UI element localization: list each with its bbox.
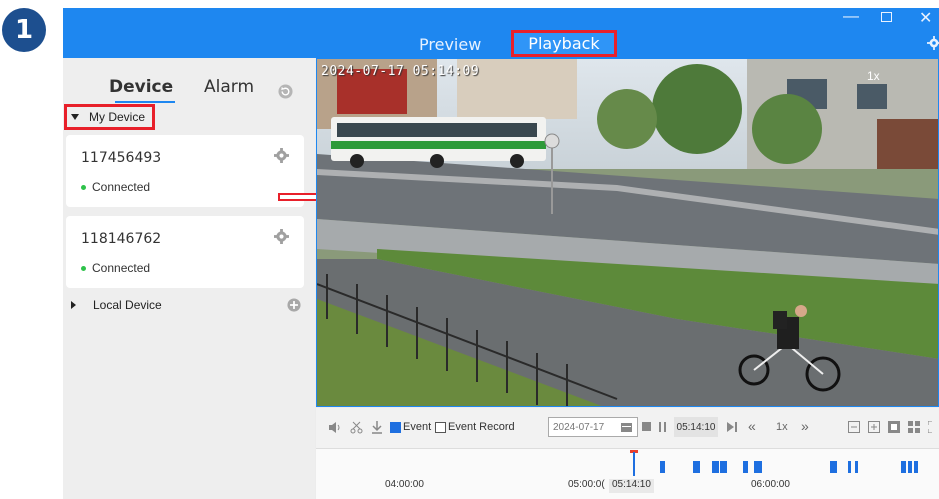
event-checkbox[interactable] xyxy=(390,421,401,433)
my-device-group[interactable]: My Device xyxy=(64,104,155,130)
device-status-label: Connected xyxy=(92,261,151,275)
event-segment xyxy=(695,461,700,473)
event-record-label: Event Record xyxy=(448,421,515,433)
close-button[interactable]: ✕ xyxy=(919,8,932,28)
device-sidebar: Device Alarm My Device 117456493 Connect… xyxy=(63,58,315,499)
playback-timeline[interactable]: 04:00:00 05:00:0( 05:14:10 06:00:00 xyxy=(316,448,939,499)
connected-dot-icon xyxy=(81,265,86,271)
pause-icon[interactable] xyxy=(659,422,667,432)
device-status-label: Connected xyxy=(92,180,151,194)
event-label: Event xyxy=(403,421,432,433)
event-segment xyxy=(712,461,719,473)
event-segment xyxy=(848,461,851,473)
event-segment xyxy=(660,461,665,473)
device-card[interactable]: 117456493 Connected xyxy=(66,135,304,207)
timeline-current-time: 05:14:10 xyxy=(609,479,654,493)
add-device-plus-icon[interactable] xyxy=(287,298,301,312)
next-frame-icon[interactable] xyxy=(727,422,737,432)
connected-dot-icon xyxy=(81,184,86,190)
local-device-label: Local Device xyxy=(93,298,162,312)
zoom-in-icon[interactable] xyxy=(868,421,880,433)
playback-video-view[interactable]: 2024-07-17 05:14:09 1x xyxy=(316,58,939,407)
event-segment xyxy=(754,461,762,473)
collapse-triangle-icon xyxy=(71,114,79,120)
calendar-icon[interactable] xyxy=(621,422,632,432)
date-value: 2024-07-17 xyxy=(553,421,605,433)
timeline-cursor[interactable] xyxy=(633,452,635,476)
event-segment xyxy=(914,461,918,473)
event-record-checkbox[interactable] xyxy=(435,421,446,433)
slow-down-icon[interactable]: « xyxy=(748,418,756,434)
event-segment xyxy=(720,461,727,473)
zoom-out-icon[interactable] xyxy=(848,421,860,433)
current-time-display: 05:14:10 xyxy=(674,417,718,437)
event-segment xyxy=(830,461,837,473)
refresh-icon[interactable] xyxy=(278,84,293,99)
speed-up-icon[interactable]: » xyxy=(801,418,809,434)
settings-gear-icon[interactable] xyxy=(927,36,939,50)
tab-playback[interactable]: Playback xyxy=(511,30,617,57)
my-device-label: My Device xyxy=(89,110,146,124)
layout-grid-icon[interactable] xyxy=(908,421,920,433)
tab-device[interactable]: Device xyxy=(109,77,173,97)
fullscreen-icon[interactable] xyxy=(928,421,938,433)
camera-scene-image xyxy=(317,59,938,406)
video-timestamp: 2024-07-17 05:14:09 xyxy=(321,64,480,79)
video-speed-indicator: 1x xyxy=(867,69,880,83)
tab-alarm[interactable]: Alarm xyxy=(204,77,254,97)
maximize-button[interactable] xyxy=(881,12,892,22)
event-segment xyxy=(901,461,906,473)
download-icon[interactable] xyxy=(371,420,383,434)
active-tab-indicator xyxy=(115,101,175,103)
timeline-tick-label: 06:00:00 xyxy=(751,479,790,490)
tab-preview[interactable]: Preview xyxy=(419,32,481,56)
event-segment xyxy=(855,461,858,473)
device-status: Connected xyxy=(81,261,150,275)
speed-value[interactable]: 1x xyxy=(776,421,788,433)
timeline-tick-label: 04:00:00 xyxy=(385,479,424,490)
expand-triangle-icon xyxy=(71,301,76,309)
snapshot-icon[interactable] xyxy=(888,421,900,433)
event-segment xyxy=(908,461,912,473)
event-record-filter[interactable]: Event Record xyxy=(435,421,515,433)
device-settings-gear-icon[interactable] xyxy=(274,229,289,244)
event-segment xyxy=(743,461,748,473)
device-id: 118146762 xyxy=(81,231,162,247)
clip-scissors-icon[interactable] xyxy=(350,421,363,434)
device-id: 117456493 xyxy=(81,150,162,166)
local-device-group[interactable]: Local Device xyxy=(71,298,162,312)
device-status: Connected xyxy=(81,180,150,194)
playback-toolbar: Event Event Record 2024-07-17 05:14:10 «… xyxy=(316,408,939,448)
volume-icon[interactable] xyxy=(328,421,342,434)
device-card[interactable]: 118146762 Connected xyxy=(66,216,304,288)
minimize-button[interactable]: — xyxy=(843,8,859,26)
app-window: Preview Playback — ✕ Device Alarm My Dev… xyxy=(63,8,939,499)
device-settings-gear-icon[interactable] xyxy=(274,148,289,163)
screenshot-root: 1 Preview Playback — ✕ Device Alarm My D… xyxy=(0,0,939,499)
timeline-tick-label: 05:00:0( xyxy=(568,479,605,490)
event-filter[interactable]: Event xyxy=(390,421,431,433)
step-number-badge: 1 xyxy=(2,8,46,52)
title-bar: Preview Playback — ✕ xyxy=(63,8,939,58)
stop-icon[interactable] xyxy=(642,422,651,431)
